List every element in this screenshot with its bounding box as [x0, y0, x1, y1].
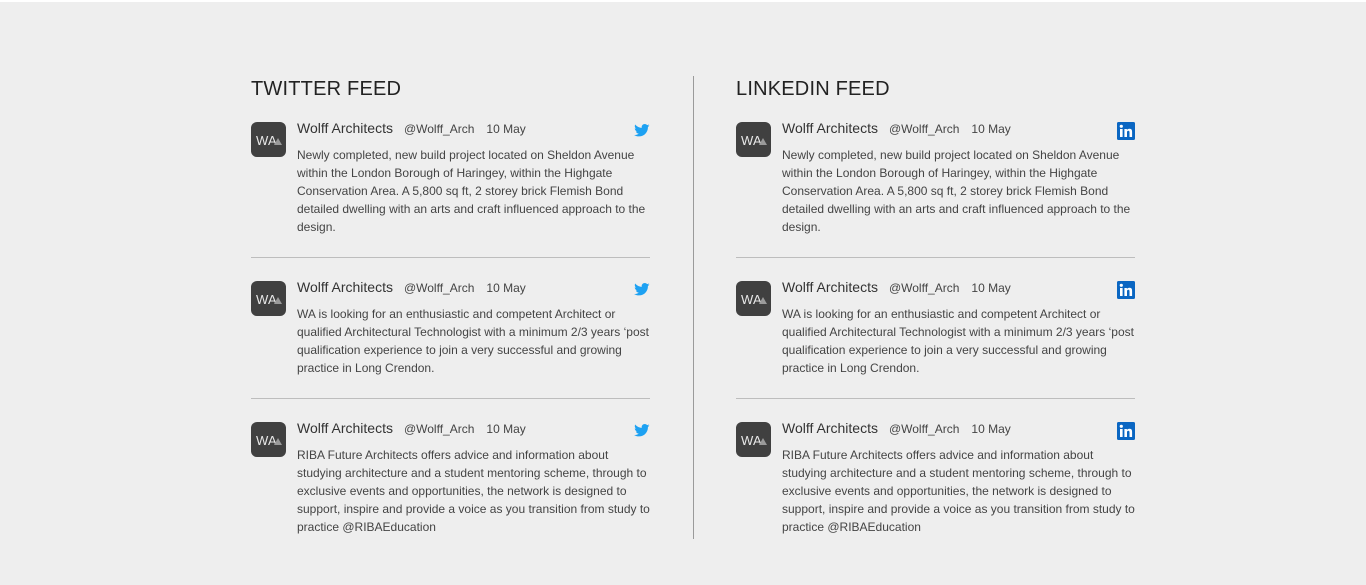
- wa-logo-avatar[interactable]: WA: [251, 281, 286, 316]
- post-handle[interactable]: @Wolff_Arch: [889, 422, 959, 436]
- post-separator: [736, 398, 1135, 399]
- linkedin-post-item[interactable]: WA Wolff Architects @Wolff_Arch 10 May R…: [736, 420, 1135, 536]
- linkedin-icon[interactable]: [1117, 422, 1135, 445]
- post-separator: [251, 257, 650, 258]
- post-date: 10 May: [971, 122, 1011, 136]
- tweet-item[interactable]: WA Wolff Architects @Wolff_Arch 10 May W…: [251, 279, 650, 377]
- wa-logo-avatar[interactable]: WA: [251, 122, 286, 157]
- post-handle[interactable]: @Wolff_Arch: [404, 122, 474, 136]
- twitter-feed: TWITTER FEED WA Wolff Architects @Wolff_…: [251, 76, 650, 536]
- wa-logo-avatar[interactable]: WA: [736, 122, 771, 157]
- linkedin-post-item[interactable]: WA Wolff Architects @Wolff_Arch 10 May N…: [736, 120, 1135, 236]
- post-separator: [736, 257, 1135, 258]
- wa-logo-avatar[interactable]: WA: [736, 281, 771, 316]
- post-author[interactable]: Wolff Architects: [782, 120, 878, 136]
- post-handle[interactable]: @Wolff_Arch: [889, 281, 959, 295]
- post-handle[interactable]: @Wolff_Arch: [889, 122, 959, 136]
- post-date: 10 May: [486, 422, 526, 436]
- post-separator: [251, 398, 650, 399]
- twitter-bird-icon[interactable]: [634, 124, 650, 142]
- post-text: WA is looking for an enthusiastic and co…: [782, 307, 1134, 375]
- twitter-feed-title: TWITTER FEED: [251, 78, 402, 100]
- post-text: RIBA Future Architects offers advice and…: [297, 448, 650, 534]
- linkedin-icon[interactable]: [1117, 281, 1135, 304]
- post-text: Newly completed, new build project locat…: [782, 148, 1131, 234]
- twitter-bird-icon[interactable]: [634, 283, 650, 301]
- linkedin-feed: LINKEDIN FEED WA Wolff Architects @Wolff…: [736, 76, 1135, 536]
- post-author[interactable]: Wolff Architects: [297, 420, 393, 436]
- post-handle[interactable]: @Wolff_Arch: [404, 422, 474, 436]
- post-author[interactable]: Wolff Architects: [297, 120, 393, 136]
- tweet-item[interactable]: WA Wolff Architects @Wolff_Arch 10 May R…: [251, 420, 650, 536]
- twitter-bird-icon[interactable]: [634, 424, 650, 442]
- post-handle[interactable]: @Wolff_Arch: [404, 281, 474, 295]
- post-date: 10 May: [486, 122, 526, 136]
- social-feeds-section: TWITTER FEED WA Wolff Architects @Wolff_…: [0, 2, 1366, 585]
- post-date: 10 May: [971, 281, 1011, 295]
- wa-logo-avatar[interactable]: WA: [251, 422, 286, 457]
- post-date: 10 May: [971, 422, 1011, 436]
- feed-divider: [693, 76, 694, 539]
- post-author[interactable]: Wolff Architects: [782, 279, 878, 295]
- post-text: Newly completed, new build project locat…: [297, 148, 646, 234]
- linkedin-icon[interactable]: [1117, 122, 1135, 145]
- post-text: RIBA Future Architects offers advice and…: [782, 448, 1135, 534]
- tweet-item[interactable]: WA Wolff Architects @Wolff_Arch 10 May N…: [251, 120, 650, 236]
- post-text: WA is looking for an enthusiastic and co…: [297, 307, 649, 375]
- linkedin-post-item[interactable]: WA Wolff Architects @Wolff_Arch 10 May W…: [736, 279, 1135, 377]
- post-date: 10 May: [486, 281, 526, 295]
- post-author[interactable]: Wolff Architects: [297, 279, 393, 295]
- post-author[interactable]: Wolff Architects: [782, 420, 878, 436]
- wa-logo-avatar[interactable]: WA: [736, 422, 771, 457]
- linkedin-feed-title: LINKEDIN FEED: [736, 78, 890, 100]
